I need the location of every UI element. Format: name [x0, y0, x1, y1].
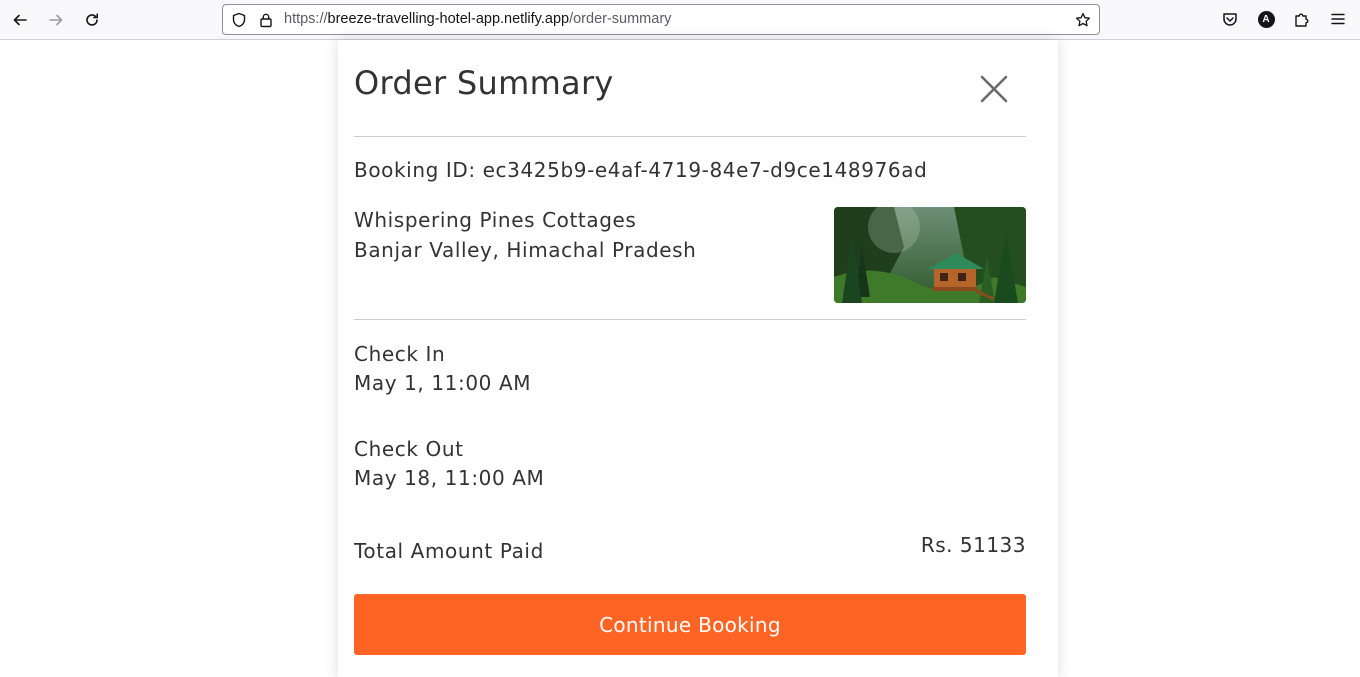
menu-icon[interactable] [1329, 10, 1347, 28]
extensions-icon[interactable] [1293, 10, 1311, 28]
lock-icon[interactable] [258, 12, 274, 28]
check-in-label: Check In [354, 342, 446, 366]
divider [354, 136, 1026, 137]
arrow-left-icon [13, 14, 27, 26]
reload-icon [86, 13, 98, 26]
avatar-initial: A [1257, 10, 1275, 28]
total-amount-label: Total Amount Paid [354, 539, 544, 563]
shield-icon[interactable] [231, 12, 247, 28]
star-icon[interactable] [1075, 12, 1091, 28]
url-protocol: https:// [284, 11, 328, 27]
forward-button[interactable] [42, 6, 70, 34]
back-button[interactable] [6, 6, 34, 34]
check-out-label: Check Out [354, 437, 464, 461]
url-domain: breeze-travelling-hotel-app.netlify.app [327, 11, 570, 27]
continue-booking-button[interactable]: Continue Booking [354, 594, 1026, 655]
reload-button[interactable] [78, 6, 106, 34]
close-icon[interactable] [978, 73, 1010, 105]
pocket-icon[interactable] [1221, 10, 1239, 28]
divider [354, 319, 1026, 320]
arrow-right-icon [49, 14, 63, 26]
hotel-location: Banjar Valley, Himachal Pradesh [354, 238, 697, 262]
url-text[interactable]: https://breeze-travelling-hotel-app.netl… [284, 11, 671, 27]
total-amount-value: Rs. 51133 [920, 533, 1026, 557]
page-title: Order Summary [354, 64, 614, 102]
hotel-image [834, 207, 1026, 303]
address-bar[interactable]: https://breeze-travelling-hotel-app.netl… [222, 4, 1100, 35]
hotel-name: Whispering Pines Cottages [354, 208, 637, 232]
browser-toolbar: https://breeze-travelling-hotel-app.netl… [0, 0, 1360, 40]
check-in-value: May 1, 11:00 AM [354, 371, 532, 395]
account-avatar[interactable]: A [1257, 10, 1275, 28]
check-out-value: May 18, 11:00 AM [354, 466, 545, 490]
url-path: /order-summary [569, 11, 672, 27]
booking-id: Booking ID: ec3425b9-e4af-4719-84e7-d9ce… [354, 158, 928, 182]
order-summary-modal: Order Summary Booking ID: ec3425b9-e4af-… [338, 40, 1058, 677]
